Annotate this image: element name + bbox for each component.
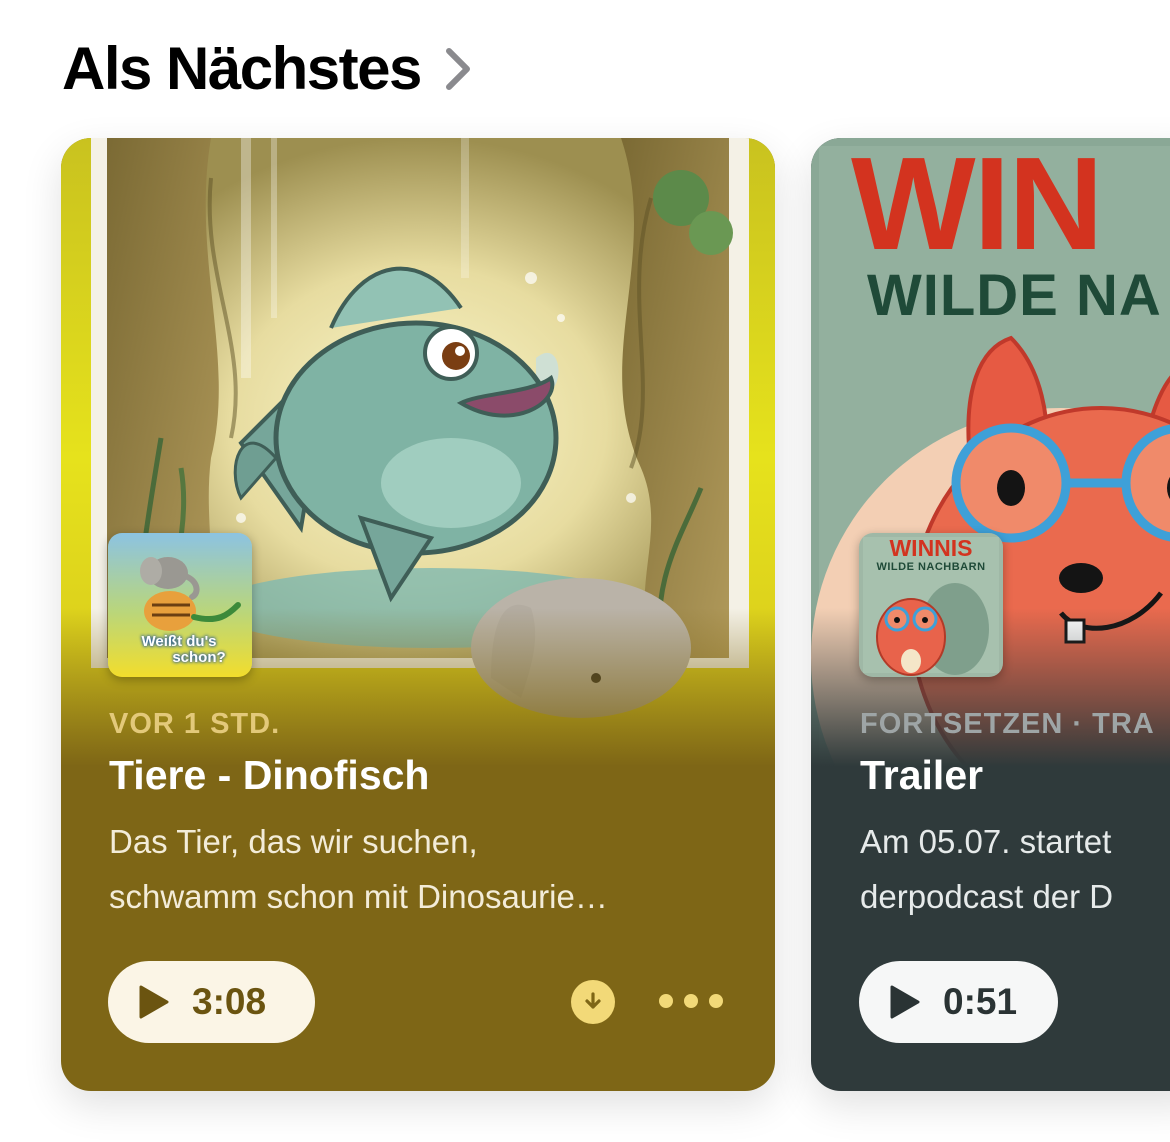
description-line: Am 05.07. startet bbox=[860, 823, 1112, 860]
section-header-up-next[interactable]: Als Nächstes bbox=[62, 34, 473, 103]
thumb-text-line1: Weißt du's bbox=[141, 633, 217, 650]
more-button[interactable] bbox=[659, 986, 723, 1016]
episode-description: Das Tier, das wir suchen, schwamm schon … bbox=[109, 814, 729, 924]
thumb-title-line2: WILDE NACHBARN bbox=[876, 561, 986, 573]
artwork-title-line1: WIN bbox=[851, 138, 1104, 277]
more-icon bbox=[709, 994, 723, 1008]
episode-description: Am 05.07. startet derpodcast der D bbox=[860, 814, 1170, 924]
artwork-title: WIN WILDE NA bbox=[851, 138, 1170, 326]
episode-meta: FORTSETZEN · TRA bbox=[860, 708, 1155, 740]
episode-card-trailer[interactable]: WIN WILDE NA WINNIS WILDE NACHBARN FORTS… bbox=[811, 138, 1170, 1091]
podcast-thumbnail-text: Weißt du's schon? bbox=[118, 634, 240, 666]
episode-card-dinofisch[interactable]: Weißt du's schon? VOR 1 STD. Tiere - Din… bbox=[61, 138, 775, 1091]
episode-title[interactable]: Tiere - Dinofisch bbox=[109, 752, 429, 799]
up-next-screen: Als Nächstes Weißt du's schon? VOR 1 STD… bbox=[0, 0, 1170, 1142]
episode-meta: VOR 1 STD. bbox=[109, 708, 281, 740]
thumb-text-line2: schon? bbox=[172, 649, 226, 666]
play-button[interactable]: 0:51 bbox=[859, 961, 1058, 1043]
chevron-right-icon bbox=[445, 47, 470, 90]
artwork-title-line2: WILDE NA bbox=[867, 263, 1162, 328]
thumb-title-line1: WINNIS bbox=[889, 535, 973, 561]
download-icon bbox=[585, 992, 601, 1009]
description-line: schwamm schon mit Dinosaurie… bbox=[109, 878, 608, 915]
section-title: Als Nächstes bbox=[62, 35, 422, 102]
podcast-thumbnail-title: WINNIS WILDE NACHBARN bbox=[859, 536, 1003, 574]
episode-title[interactable]: Trailer bbox=[860, 752, 983, 799]
more-icon bbox=[659, 994, 673, 1008]
episode-duration: 3:08 bbox=[192, 981, 267, 1022]
description-line: derpodcast der D bbox=[860, 878, 1114, 915]
play-icon bbox=[139, 985, 169, 1019]
more-icon bbox=[684, 994, 698, 1008]
episode-duration: 0:51 bbox=[943, 981, 1018, 1022]
description-line: Das Tier, das wir suchen, bbox=[109, 823, 478, 860]
play-button[interactable]: 3:08 bbox=[108, 961, 315, 1043]
play-icon bbox=[890, 985, 920, 1019]
download-button[interactable] bbox=[571, 980, 615, 1024]
